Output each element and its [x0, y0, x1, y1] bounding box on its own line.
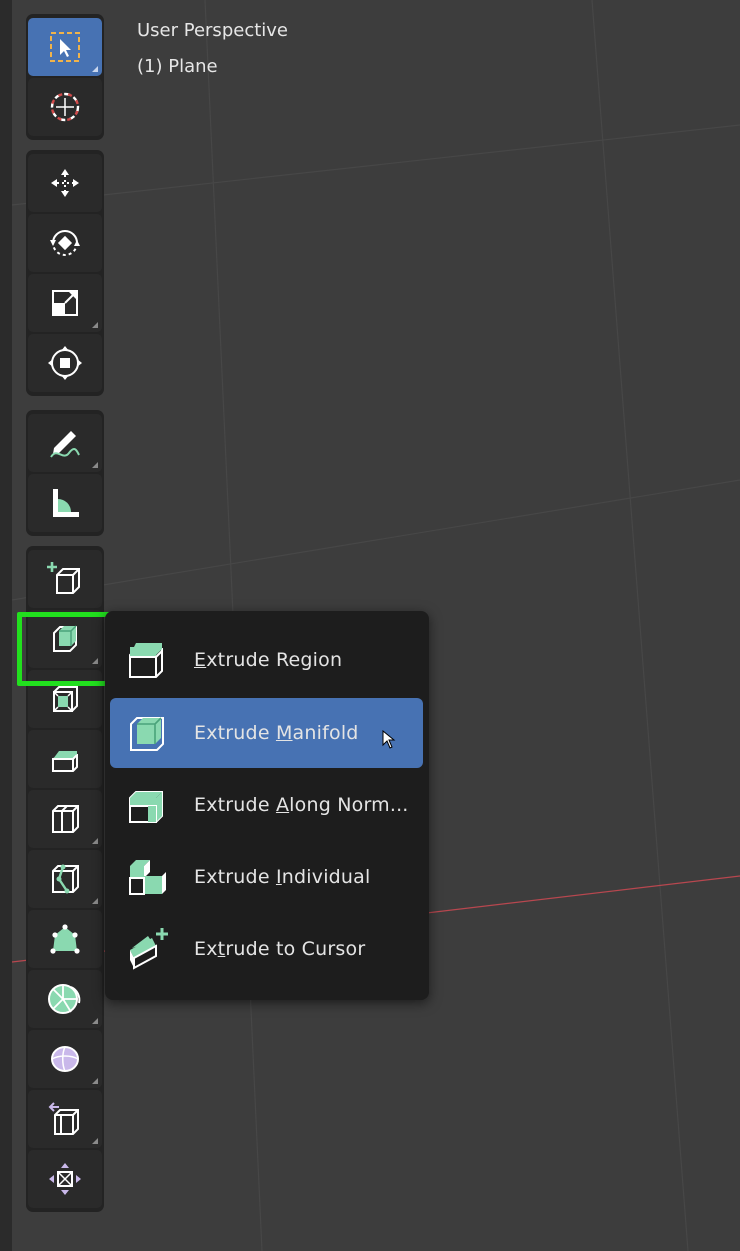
- select-box-icon: [50, 32, 80, 62]
- knife-icon: [52, 864, 79, 894]
- poly-build-icon: [50, 924, 80, 954]
- tool-inset[interactable]: [28, 670, 102, 728]
- tool-options-indicator: [92, 462, 98, 468]
- menu-item-extrude-individual[interactable]: Extrude Individual: [110, 842, 423, 912]
- tool-extrude[interactable]: [28, 610, 102, 668]
- tool-spin[interactable]: [28, 970, 102, 1028]
- tool-select-box[interactable]: [28, 18, 102, 76]
- shrink-fatten-icon: [49, 1163, 81, 1195]
- move-icon: [51, 169, 79, 197]
- transform-icon: [48, 346, 82, 380]
- object-name-label: (1) Plane: [137, 56, 218, 77]
- measure-icon: [53, 489, 79, 517]
- extrude-popup-menu: Extrude Region Extrude Manifold Extrude …: [105, 611, 429, 1000]
- toolbar-group-transform: [26, 150, 104, 396]
- tool-options-indicator: [92, 658, 98, 664]
- scale-icon: [52, 290, 78, 316]
- tool-options-indicator: [92, 322, 98, 328]
- tool-scale[interactable]: [28, 274, 102, 332]
- extrude-manifold-icon: [130, 717, 164, 751]
- menu-item-label: Extrude Individual: [194, 866, 371, 888]
- menu-item-label: Extrude Region: [194, 649, 343, 671]
- extrude-manifold-icon: [53, 625, 77, 652]
- tool-shrink-fatten[interactable]: [28, 1150, 102, 1208]
- tool-bevel[interactable]: [28, 730, 102, 788]
- toolbar-group-mesh: [26, 546, 104, 1212]
- tool-options-indicator: [92, 898, 98, 904]
- tool-rotate[interactable]: [28, 214, 102, 272]
- tool-add-cube[interactable]: [28, 550, 102, 608]
- extrude-to-cursor-icon: [130, 928, 168, 970]
- rotate-icon: [50, 230, 80, 256]
- tool-loop-cut[interactable]: [28, 790, 102, 848]
- menu-item-extrude-manifold[interactable]: Extrude Manifold: [110, 698, 423, 768]
- menu-item-extrude-region[interactable]: Extrude Region: [110, 625, 423, 695]
- menu-item-extrude-along-normals[interactable]: Extrude Along Norm...: [110, 770, 423, 840]
- tool-cursor[interactable]: [28, 78, 102, 136]
- extrude-region-icon: [129, 643, 163, 678]
- add-cube-icon: [47, 562, 80, 594]
- tool-options-indicator: [92, 1018, 98, 1024]
- view-name-label: User Perspective: [137, 20, 288, 41]
- tool-poly-build[interactable]: [28, 910, 102, 968]
- tool-options-indicator: [92, 1078, 98, 1084]
- tool-options-indicator: [92, 66, 98, 72]
- 3d-viewport[interactable]: User Perspective (1) Plane Extrude Regio…: [0, 0, 740, 1251]
- tool-options-indicator: [92, 1138, 98, 1144]
- cursor-icon: [50, 92, 80, 122]
- extrude-individual-icon: [129, 860, 166, 895]
- toolbar-group-select: [26, 14, 104, 140]
- tool-smooth[interactable]: [28, 1030, 102, 1088]
- menu-item-label: Extrude Along Norm...: [194, 794, 409, 816]
- menu-item-label: Extrude to Cursor: [194, 938, 366, 960]
- smooth-vertices-icon: [51, 1046, 79, 1072]
- tool-knife[interactable]: [28, 850, 102, 908]
- menu-item-label: Extrude Manifold: [194, 722, 359, 744]
- mouse-pointer-icon: [382, 730, 396, 749]
- extrude-along-normals-icon: [129, 791, 163, 823]
- region-edge: [0, 0, 12, 1251]
- menu-item-extrude-to-cursor[interactable]: Extrude to Cursor: [110, 914, 423, 984]
- annotate-pencil-icon: [50, 431, 80, 458]
- tool-measure[interactable]: [28, 474, 102, 532]
- toolbar-group-annotate: [26, 410, 104, 536]
- loop-cut-icon: [52, 805, 79, 833]
- edge-slide-icon: [48, 1102, 79, 1135]
- inset-faces-icon: [53, 686, 78, 712]
- tool-options-indicator: [92, 838, 98, 844]
- tool-transform[interactable]: [28, 334, 102, 392]
- tool-move[interactable]: [28, 154, 102, 212]
- tool-annotate[interactable]: [28, 414, 102, 472]
- tool-edge-slide[interactable]: [28, 1090, 102, 1148]
- bevel-icon: [52, 751, 78, 772]
- spin-icon: [48, 984, 81, 1014]
